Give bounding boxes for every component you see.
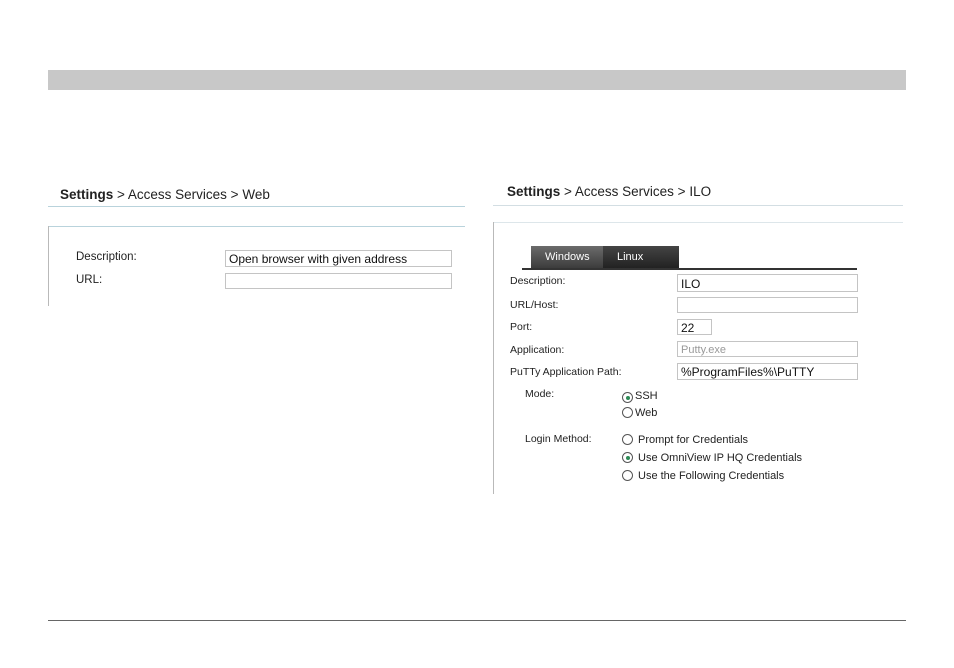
content-left-border — [48, 226, 49, 306]
port-input[interactable]: 22 — [677, 319, 712, 335]
urlhost-input[interactable] — [677, 297, 858, 313]
port-label: Port: — [510, 321, 533, 333]
web-service-settings-panel: Settings > Access Services > Web Descrip… — [48, 180, 468, 320]
breadcrumb: Settings > Access Services > ILO — [507, 184, 711, 199]
mode-ssh-label: SSH — [635, 390, 658, 402]
content-left-border — [493, 222, 494, 494]
putty-path-input[interactable]: %ProgramFiles%\PuTTY — [677, 363, 858, 380]
mode-web-label: Web — [635, 407, 658, 419]
urlhost-label: URL/Host: — [510, 299, 559, 311]
tab-linux[interactable]: Linux — [603, 246, 679, 268]
login-omniview-label: Use OmniView IP HQ Credentials — [638, 452, 803, 464]
mode-label: Mode: — [525, 388, 555, 400]
breadcrumb-divider — [48, 206, 465, 207]
content-top-border — [48, 226, 465, 227]
breadcrumb-divider — [493, 205, 903, 206]
breadcrumb-path: > Access Services > ILO — [560, 184, 712, 199]
os-tabs: Windows Linux — [531, 246, 679, 268]
url-input[interactable] — [225, 273, 452, 289]
breadcrumb-path: > Access Services > Web — [113, 187, 270, 202]
breadcrumb-root[interactable]: Settings — [60, 187, 113, 202]
login-omniview-radio[interactable] — [622, 452, 633, 463]
top-banner-bar — [48, 70, 906, 90]
login-method-label: Login Method: — [525, 433, 592, 445]
tab-windows[interactable]: Windows — [531, 246, 603, 268]
application-input[interactable]: Putty.exe — [677, 341, 858, 357]
mode-web-radio[interactable] — [622, 407, 633, 418]
breadcrumb-root[interactable]: Settings — [507, 184, 560, 199]
content-top-border — [493, 222, 903, 223]
application-label: Application: — [510, 344, 565, 356]
bottom-divider — [48, 620, 906, 621]
description-label: Description: — [510, 275, 566, 287]
description-input[interactable]: Open browser with given address — [225, 250, 452, 267]
login-prompt-label: Prompt for Credentials — [638, 434, 749, 446]
login-prompt-radio[interactable] — [622, 434, 633, 445]
tab-underline — [522, 268, 857, 270]
url-label: URL: — [76, 274, 103, 286]
login-following-radio[interactable] — [622, 470, 633, 481]
description-label: Description: — [76, 251, 137, 263]
login-following-label: Use the Following Credentials — [638, 470, 785, 482]
breadcrumb: Settings > Access Services > Web — [60, 187, 270, 202]
ilo-service-settings-panel: Settings > Access Services > ILO Windows… — [493, 178, 906, 498]
mode-ssh-radio[interactable] — [622, 392, 633, 403]
description-input[interactable]: ILO — [677, 274, 858, 292]
putty-path-label: PuTTy Application Path: — [510, 366, 622, 378]
